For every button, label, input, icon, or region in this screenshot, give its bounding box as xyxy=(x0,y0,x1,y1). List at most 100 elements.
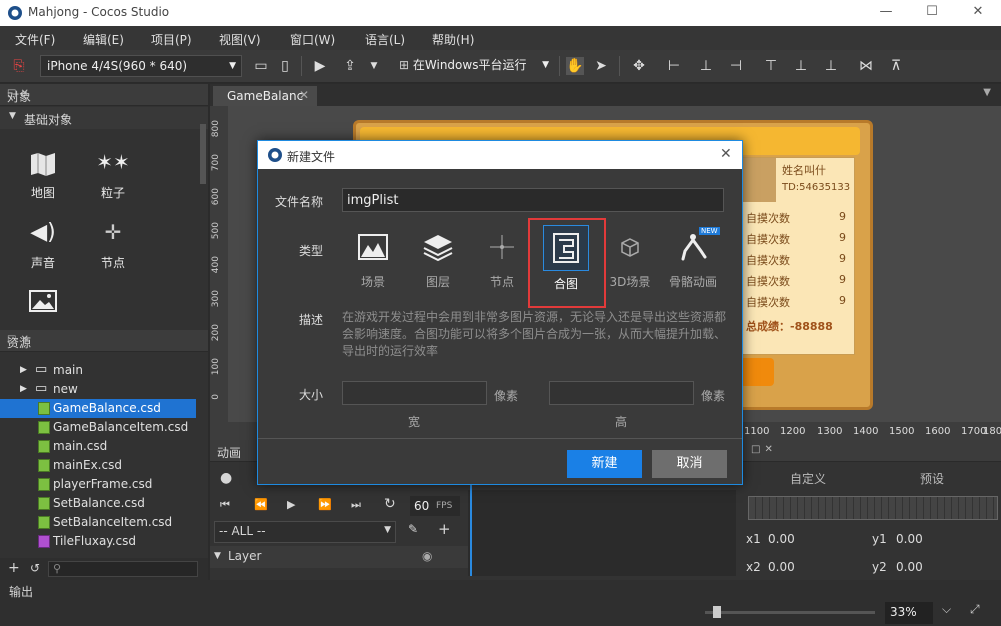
file-item[interactable]: GameBalanceItem.csd xyxy=(0,418,196,437)
landscape-icon[interactable]: ▭ xyxy=(252,57,270,75)
file-item[interactable]: playerFrame.csd xyxy=(0,475,196,494)
distribute-horizontal-icon[interactable]: ⋈ xyxy=(857,57,875,75)
select-arrow-icon[interactable]: ➤ xyxy=(592,57,610,75)
height-input[interactable] xyxy=(549,381,694,405)
layer-row[interactable]: ▼ Layer ◉ xyxy=(210,546,468,568)
zoom-field[interactable]: 33% xyxy=(885,602,933,624)
loop-icon[interactable]: ↻ xyxy=(384,496,396,512)
run-target-select[interactable]: ⊞ 在Windows平台运行 ▼ xyxy=(393,55,553,77)
menu-window[interactable]: 窗口(W) xyxy=(290,31,335,48)
menu-help[interactable]: 帮助(H) xyxy=(432,31,474,48)
menu-edit[interactable]: 编辑(E) xyxy=(83,31,124,48)
chevron-down-icon[interactable]: ▼ xyxy=(983,87,991,98)
curve-preview xyxy=(748,496,998,520)
folder-main[interactable]: ▶ ▭ main xyxy=(0,361,196,380)
file-item[interactable]: SetBalanceItem.csd xyxy=(0,513,196,532)
file-item[interactable]: mainEx.csd xyxy=(0,456,196,475)
section-header[interactable]: ▼ 基础对象 xyxy=(0,107,208,129)
edit-icon[interactable]: ✎ xyxy=(408,522,418,536)
device-select[interactable]: iPhone 4/4S(960 * 640) ▼ xyxy=(40,55,242,77)
file-name-input[interactable] xyxy=(342,188,724,212)
resource-search-input[interactable]: ⚲ xyxy=(48,561,198,577)
type-3d-scene[interactable]: 3D场景 xyxy=(600,229,660,290)
zoom-slider-handle[interactable] xyxy=(713,606,721,618)
play-icon[interactable]: ▶ xyxy=(287,498,295,511)
type-sprite-sheet[interactable]: 合图 xyxy=(536,225,596,292)
object-node[interactable]: ✛ 节点 xyxy=(83,220,143,271)
chevron-down-icon[interactable]: ▼ xyxy=(365,57,383,75)
panel-pin-close-icon[interactable]: □✕ xyxy=(7,88,202,99)
align-right-icon[interactable]: ⊣ xyxy=(727,57,745,75)
play-icon[interactable]: ▶ xyxy=(311,57,329,75)
menu-language[interactable]: 语言(L) xyxy=(365,31,405,48)
chevron-down-icon[interactable]: ⌵ xyxy=(942,602,951,617)
align-top-icon[interactable]: ⊤ xyxy=(762,57,780,75)
first-frame-icon[interactable]: ⏮ xyxy=(220,498,230,512)
close-window-button[interactable]: ✕ xyxy=(955,0,1001,26)
tab-gamebalance[interactable]: GameBalanc ✕ xyxy=(213,86,317,106)
align-bottom-icon[interactable]: ⊥ xyxy=(822,57,840,75)
align-center-icon[interactable]: ⊥ xyxy=(697,57,715,75)
portrait-icon[interactable]: ▯ xyxy=(276,57,294,75)
x1-value[interactable]: 0.00 xyxy=(768,532,795,546)
file-item[interactable]: SetBalance.csd xyxy=(0,494,196,513)
menu-project[interactable]: 项目(P) xyxy=(151,31,192,48)
eye-icon[interactable]: ◉ xyxy=(422,549,432,563)
menu-view[interactable]: 视图(V) xyxy=(219,31,261,48)
object-particle[interactable]: ✶✶ 粒子 xyxy=(83,150,143,201)
menu-file[interactable]: 文件(F) xyxy=(15,31,55,48)
add-icon[interactable]: + xyxy=(438,520,451,538)
close-tab-icon[interactable]: ✕ xyxy=(299,88,309,102)
scrollbar[interactable] xyxy=(200,124,206,184)
align-middle-icon[interactable]: ⊥ xyxy=(792,57,810,75)
fit-screen-icon[interactable]: ⤢ xyxy=(970,602,980,617)
file-item[interactable]: main.csd xyxy=(0,437,196,456)
folder-icon: ▭ xyxy=(35,381,48,396)
output-label[interactable]: 输出 xyxy=(9,583,33,600)
prev-frame-icon[interactable]: ⏪ xyxy=(254,498,268,511)
player-id: TD:54635133 xyxy=(782,182,851,193)
playhead[interactable] xyxy=(470,482,472,576)
tab-preset[interactable]: 预设 xyxy=(920,470,944,487)
dialog-close-button[interactable]: ✕ xyxy=(720,146,732,162)
object-image[interactable] xyxy=(13,290,73,312)
type-skeleton[interactable]: 骨骼动画 NEW xyxy=(663,227,723,290)
zoom-slider[interactable] xyxy=(705,606,875,618)
width-input[interactable] xyxy=(342,381,487,405)
folder-new[interactable]: ▶ ▭ new xyxy=(0,380,196,399)
properties-panel-header: □✕ xyxy=(744,440,1001,462)
new-project-icon[interactable]: ⎘ xyxy=(10,57,28,75)
type-layer[interactable]: 图层 xyxy=(408,229,468,290)
hand-tool-icon[interactable]: ✋ xyxy=(566,57,584,75)
align-left-icon[interactable]: ⊢ xyxy=(665,57,683,75)
fps-field[interactable]: 60 FPS xyxy=(410,496,460,516)
file-item[interactable]: GameBalance.csd xyxy=(0,399,196,418)
panel-pin-close-icon[interactable]: □✕ xyxy=(751,444,995,455)
tab-custom[interactable]: 自定义 xyxy=(790,470,826,487)
y2-value[interactable]: 0.00 xyxy=(896,560,923,574)
y1-value[interactable]: 0.00 xyxy=(896,532,923,546)
x2-value[interactable]: 0.00 xyxy=(768,560,795,574)
maximize-button[interactable]: ☐ xyxy=(909,0,955,26)
refresh-icon[interactable]: ↺ xyxy=(30,561,40,575)
move-icon[interactable]: ✥ xyxy=(630,57,648,75)
object-map[interactable]: 地图 xyxy=(13,150,73,201)
type-node[interactable]: 节点 xyxy=(472,229,532,290)
distribute-vertical-icon[interactable]: ⊼ xyxy=(887,57,905,75)
next-frame-icon[interactable]: ⏩ xyxy=(318,498,332,511)
ruler-label: 300 xyxy=(211,290,221,308)
cancel-button[interactable]: 取消 xyxy=(652,450,727,478)
record-icon[interactable]: ● xyxy=(220,470,232,486)
panel-pin-close-icon[interactable]: □✕ xyxy=(7,334,202,345)
publish-icon[interactable]: ⇪ xyxy=(341,57,359,75)
file-item[interactable]: TileFluxay.csd xyxy=(0,532,196,551)
minimize-button[interactable]: — xyxy=(863,0,909,26)
object-sound[interactable]: ◀) 声音 xyxy=(13,220,73,271)
animation-filter-select[interactable]: -- ALL -- ▼ xyxy=(214,521,396,543)
last-frame-icon[interactable]: ⏭ xyxy=(351,498,361,512)
add-icon[interactable]: + xyxy=(8,560,20,576)
create-button[interactable]: 新建 xyxy=(567,450,642,478)
type-scene[interactable]: 场景 xyxy=(343,229,403,290)
objects-panel-header: 对象 □✕ xyxy=(0,84,208,106)
name-label: 文件名称 xyxy=(275,195,324,209)
